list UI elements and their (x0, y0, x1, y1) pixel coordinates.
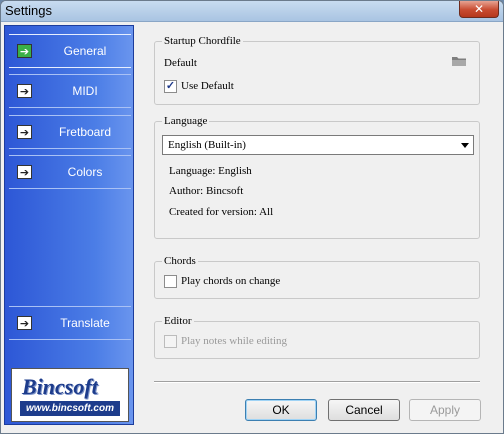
sidebar-item-colors[interactable]: ➔ Colors (9, 155, 131, 189)
play-chords-checkbox[interactable] (164, 275, 177, 288)
startup-chordfile-group: Startup Chordfile (154, 35, 480, 105)
arrow-right-icon: ➔ (17, 84, 32, 98)
language-title: Language (162, 115, 210, 127)
startup-chordfile-title: Startup Chordfile (162, 35, 243, 47)
language-info-language: Language: English (169, 165, 252, 177)
settings-window: Settings ✕ ➔ General ➔ MIDI ➔ Fretboard … (0, 0, 504, 434)
ok-button[interactable]: OK (245, 399, 317, 421)
arrow-right-icon: ➔ (17, 316, 32, 330)
checkmark-icon: ✓ (165, 80, 176, 92)
play-chords-label: Play chords on change (181, 275, 281, 287)
use-default-checkbox[interactable]: ✓ (164, 80, 177, 93)
sidebar: ➔ General ➔ MIDI ➔ Fretboard ➔ Colors ➔ … (4, 25, 134, 425)
editor-title: Editor (162, 315, 194, 327)
language-info-author: Author: Bincsoft (169, 185, 244, 197)
arrow-right-icon: ➔ (17, 44, 32, 58)
sidebar-item-label: Colors (67, 165, 103, 179)
sidebar-item-label: MIDI (72, 84, 98, 98)
chordfile-value: Default (164, 57, 197, 69)
chevron-down-icon (461, 143, 469, 148)
footer-separator (154, 381, 480, 383)
close-icon: ✕ (473, 2, 485, 16)
language-select[interactable]: English (Built-in) (162, 135, 474, 155)
sidebar-item-label: Fretboard (58, 125, 112, 139)
sidebar-item-label: General (63, 44, 107, 58)
cancel-button[interactable]: Cancel (328, 399, 400, 421)
language-selected-value: English (Built-in) (168, 139, 246, 151)
window-title: Settings (5, 3, 52, 18)
bincsoft-logo: Bincsoft www.bincsoft.com (11, 368, 129, 422)
folder-icon[interactable] (451, 55, 467, 67)
arrow-right-icon: ➔ (17, 125, 32, 139)
play-notes-label: Play notes while editing (181, 335, 288, 347)
play-notes-checkbox[interactable] (164, 335, 177, 348)
use-default-label: Use Default (181, 80, 234, 92)
apply-button[interactable]: Apply (409, 399, 481, 421)
arrow-right-icon: ➔ (17, 165, 32, 179)
title-bar[interactable]: Settings ✕ (1, 1, 503, 22)
sidebar-item-translate[interactable]: ➔ Translate (9, 306, 131, 340)
language-info-version: Created for version: All (169, 206, 274, 218)
logo-name: Bincsoft (22, 374, 98, 399)
sidebar-item-midi[interactable]: ➔ MIDI (9, 74, 131, 108)
logo-url: www.bincsoft.com (20, 401, 120, 416)
sidebar-item-label: Translate (60, 316, 110, 330)
sidebar-item-general[interactable]: ➔ General (9, 34, 131, 68)
close-button[interactable]: ✕ (459, 1, 499, 18)
chords-title: Chords (162, 255, 198, 267)
sidebar-item-fretboard[interactable]: ➔ Fretboard (9, 115, 131, 149)
